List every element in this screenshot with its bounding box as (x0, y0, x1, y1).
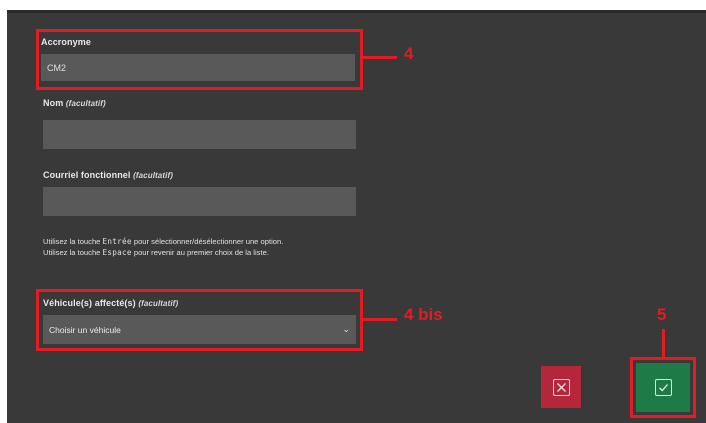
email-label-text: Courriel fonctionnel (43, 170, 131, 180)
keyboard-hint-line-1: Utilisez la touche Entrée pour sélection… (43, 236, 283, 247)
annotation-label-4-bis: 4 bis (404, 305, 443, 324)
name-input[interactable] (43, 120, 356, 149)
email-label: Courriel fonctionnel (facultatif) (43, 170, 173, 180)
annotation-label-5: 5 (657, 305, 667, 324)
cancel-button[interactable] (541, 366, 581, 408)
close-icon (552, 378, 570, 396)
email-input[interactable] (43, 187, 356, 216)
annotation-box-4 (36, 29, 363, 90)
panel-top-border (7, 10, 706, 13)
hint-1-pre: Utilisez la touche (43, 237, 103, 246)
annotation-line-4-bis (363, 318, 397, 321)
hint-space-key: Espace (102, 248, 132, 257)
annotation-label-4: 4 (404, 44, 414, 63)
keyboard-hint-line-2: Utilisez la touche Espace pour revenir a… (43, 247, 283, 258)
hint-2-pre: Utilisez la touche (43, 248, 103, 257)
name-optional-text: (facultatif) (65, 99, 106, 108)
name-label: Nom (facultatif) (43, 98, 106, 108)
hint-2-post: pour revenir au premier choix de la list… (131, 248, 269, 257)
annotation-box-5 (630, 357, 696, 418)
keyboard-hint: Utilisez la touche Entrée pour sélection… (43, 236, 283, 258)
hint-enter-key: Entrée (102, 237, 132, 246)
annotation-box-4-bis (36, 289, 363, 351)
name-label-text: Nom (43, 98, 64, 108)
hint-1-post: pour sélectionner/désélectionner une opt… (131, 237, 284, 246)
annotation-line-5 (662, 329, 665, 358)
annotation-line-4 (363, 56, 397, 59)
email-optional-text: (facultatif) (133, 171, 173, 180)
